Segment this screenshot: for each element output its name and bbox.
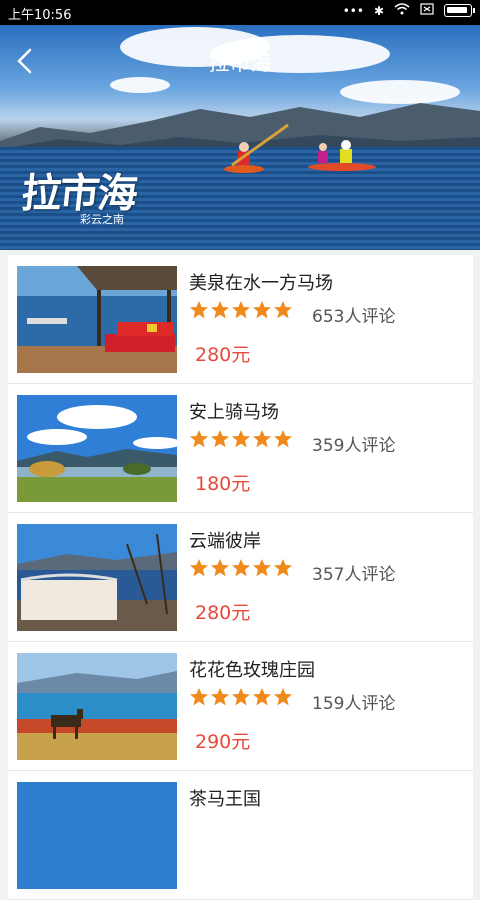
item-thumbnail bbox=[17, 782, 177, 889]
star-icon bbox=[253, 430, 271, 448]
star-icon bbox=[253, 688, 271, 706]
battery-icon bbox=[444, 4, 475, 17]
list-item[interactable]: 美泉在水一方马场 653人评论 280元 bbox=[8, 255, 473, 384]
star-icon bbox=[211, 430, 229, 448]
star-icon bbox=[274, 559, 292, 577]
star-icon bbox=[253, 301, 271, 319]
bluetooth-icon: ✱ bbox=[373, 3, 384, 18]
item-title: 云端彼岸 bbox=[189, 531, 261, 552]
item-thumbnail bbox=[17, 395, 177, 502]
rating-stars bbox=[189, 300, 293, 320]
star-icon bbox=[190, 430, 208, 448]
cloud bbox=[340, 80, 460, 104]
item-title: 美泉在水一方马场 bbox=[189, 273, 333, 294]
star-icon bbox=[211, 301, 229, 319]
rating-stars bbox=[189, 429, 293, 449]
list-item[interactable]: 茶马王国 bbox=[8, 771, 473, 900]
list-item[interactable]: 安上骑马场 359人评论 180元 bbox=[8, 384, 473, 513]
rating-stars bbox=[189, 558, 293, 578]
list-item[interactable]: 花花色玫瑰庄园 159人评论 290元 bbox=[8, 642, 473, 771]
sim-icon bbox=[420, 3, 434, 18]
price: 290元 bbox=[195, 731, 251, 753]
review-count: 359人评论 bbox=[312, 436, 396, 456]
item-thumbnail bbox=[17, 653, 177, 760]
star-icon bbox=[253, 559, 271, 577]
star-icon bbox=[190, 688, 208, 706]
item-title: 茶马王国 bbox=[189, 789, 261, 810]
item-title: 安上骑马场 bbox=[189, 402, 279, 423]
star-icon bbox=[190, 559, 208, 577]
price: 180元 bbox=[195, 473, 251, 495]
star-icon bbox=[211, 559, 229, 577]
banner-subtitle: 彩云之南 bbox=[80, 213, 124, 226]
star-icon bbox=[232, 301, 250, 319]
hero-banner: 拉市海 拉市海 彩云之南 bbox=[0, 25, 480, 250]
list-item[interactable]: 云端彼岸 357人评论 280元 bbox=[8, 513, 473, 642]
star-icon bbox=[211, 688, 229, 706]
star-icon bbox=[232, 430, 250, 448]
status-time: 上午10:56 bbox=[8, 8, 72, 23]
status-icons: ••• ✱ bbox=[342, 3, 475, 18]
cloud bbox=[110, 77, 170, 93]
more-dots-icon: ••• bbox=[342, 3, 364, 18]
star-icon bbox=[232, 559, 250, 577]
rating-stars bbox=[189, 687, 293, 707]
star-icon bbox=[190, 301, 208, 319]
star-icon bbox=[274, 430, 292, 448]
kayakers bbox=[224, 123, 376, 173]
price: 280元 bbox=[195, 344, 251, 366]
attraction-list: 美泉在水一方马场 653人评论 280元 安上骑马场 359人评论 180元 云… bbox=[8, 255, 473, 900]
status-bar: 上午10:56 ••• ✱ bbox=[0, 0, 480, 25]
star-icon bbox=[232, 688, 250, 706]
star-icon bbox=[274, 301, 292, 319]
review-count: 159人评论 bbox=[312, 694, 396, 714]
item-thumbnail bbox=[17, 266, 177, 373]
price: 280元 bbox=[195, 602, 251, 624]
page-title: 拉市海 bbox=[208, 51, 272, 75]
review-count: 653人评论 bbox=[312, 307, 396, 327]
review-count: 357人评论 bbox=[312, 565, 396, 585]
wifi-icon bbox=[394, 3, 410, 18]
item-title: 花花色玫瑰庄园 bbox=[189, 660, 315, 681]
item-thumbnail bbox=[17, 524, 177, 631]
star-icon bbox=[274, 688, 292, 706]
